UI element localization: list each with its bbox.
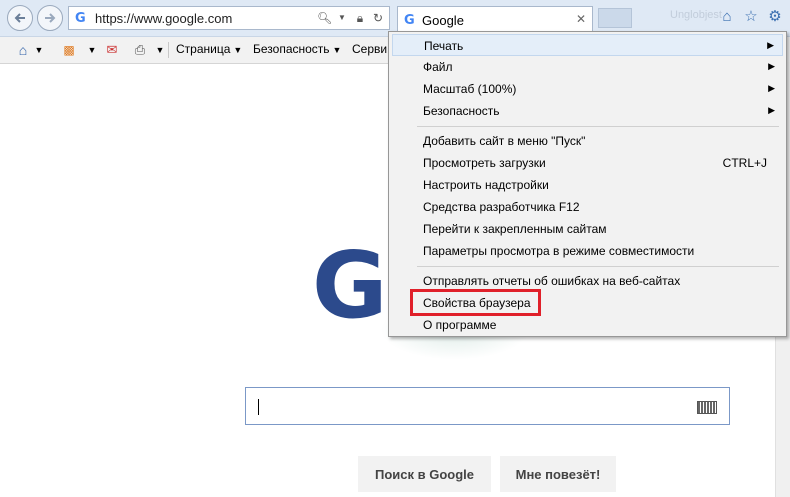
menu-item-zoom[interactable]: Масштаб (100%) ▶: [392, 78, 783, 100]
lock-icon[interactable]: 🔒︎: [353, 10, 367, 26]
menu-item-add-to-start[interactable]: Добавить сайт в меню "Пуск": [392, 130, 783, 152]
menu-item-file[interactable]: Файл ▶: [392, 56, 783, 78]
security-menu-label: Безопасность: [253, 42, 330, 56]
tab-title: Google: [422, 13, 464, 28]
refresh-icon[interactable]: ↻: [371, 10, 385, 26]
menu-item-label: Просмотреть загрузки: [423, 156, 546, 170]
page-menu-button[interactable]: Страница ▼: [176, 42, 242, 56]
google-logo: G: [312, 232, 388, 339]
menu-item-addons[interactable]: Настроить надстройки: [392, 174, 783, 196]
mail-icon[interactable]: ✉: [103, 41, 121, 59]
service-menu-button[interactable]: Серви: [352, 42, 387, 56]
submenu-arrow-icon: ▶: [767, 40, 774, 50]
google-favicon: G: [75, 11, 86, 26]
menu-item-devtools[interactable]: Средства разработчика F12: [392, 196, 783, 218]
address-url[interactable]: https://www.google.com: [95, 11, 232, 26]
back-arrow-icon: [14, 13, 25, 23]
search-input[interactable]: [245, 387, 730, 425]
address-bar[interactable]: G https://www.google.com 🔍︎ ▼ 🔒︎ ↻: [68, 6, 390, 30]
menu-item-label: О программе: [423, 318, 497, 332]
menu-item-label: Перейти к закрепленным сайтам: [423, 222, 607, 236]
service-menu-label: Серви: [352, 42, 388, 56]
highlight-box: [410, 289, 541, 316]
print-icon[interactable]: ⎙: [131, 41, 149, 59]
menu-item-label: Параметры просмотра в режиме совместимос…: [423, 244, 695, 258]
menu-item-security[interactable]: Безопасность ▶: [392, 100, 783, 122]
menu-item-label: Безопасность: [423, 104, 500, 118]
keyboard-icon[interactable]: [697, 401, 717, 414]
menu-item-label: Добавить сайт в меню "Пуск": [423, 134, 586, 148]
menu-item-label: Масштаб (100%): [423, 82, 517, 96]
menu-separator: [417, 266, 779, 267]
home-icon[interactable]: ⌂: [718, 8, 736, 26]
menu-item-shortcut: CTRL+J: [722, 156, 767, 170]
forward-arrow-icon: [45, 13, 56, 23]
menu-item-compatibility[interactable]: Параметры просмотра в режиме совместимос…: [392, 240, 783, 262]
star-icon[interactable]: ☆: [742, 8, 760, 26]
menu-item-label: Файл: [423, 60, 453, 74]
text-cursor: [258, 399, 259, 415]
menu-item-pinned-sites[interactable]: Перейти к закрепленным сайтам: [392, 218, 783, 240]
chevron-down-icon[interactable]: ▼: [30, 41, 48, 59]
submenu-arrow-icon: ▶: [768, 83, 775, 93]
back-button[interactable]: [7, 5, 33, 31]
menu-item-label: Настроить надстройки: [423, 178, 549, 192]
chevron-down-icon[interactable]: ▼: [151, 41, 169, 59]
new-tab-button[interactable]: [598, 8, 632, 28]
menu-item-label: Отправлять отчеты об ошибках на веб-сайт…: [423, 274, 681, 288]
menu-item-label: Средства разработчика F12: [423, 200, 580, 214]
lucky-button[interactable]: Мне повезёт!: [500, 456, 616, 492]
rss-icon[interactable]: ▩: [60, 41, 78, 59]
menu-item-downloads[interactable]: Просмотреть загрузки CTRL+J: [392, 152, 783, 174]
menu-item-label: Печать: [424, 39, 464, 53]
menu-separator: [417, 126, 779, 127]
gear-icon[interactable]: ⚙: [766, 8, 784, 26]
tab-google[interactable]: G Google ✕: [397, 6, 593, 34]
forward-button[interactable]: [37, 5, 63, 31]
menu-item-about[interactable]: О программе: [392, 314, 783, 336]
tab-favicon: G: [404, 13, 415, 28]
separator: [168, 42, 169, 58]
google-search-button[interactable]: Поиск в Google: [358, 456, 491, 492]
menu-item-print[interactable]: Печать ▶: [392, 34, 783, 56]
submenu-arrow-icon: ▶: [768, 105, 775, 115]
search-icon[interactable]: 🔍︎: [317, 10, 332, 26]
ghost-label: Unglobjest: [670, 9, 722, 21]
chevron-down-icon[interactable]: ▼: [83, 41, 101, 59]
dropdown-icon[interactable]: ▼: [335, 10, 349, 26]
security-menu-button[interactable]: Безопасность ▼: [253, 42, 341, 56]
submenu-arrow-icon: ▶: [768, 61, 775, 71]
page-menu-label: Страница: [176, 42, 231, 56]
close-icon[interactable]: ✕: [576, 12, 586, 26]
